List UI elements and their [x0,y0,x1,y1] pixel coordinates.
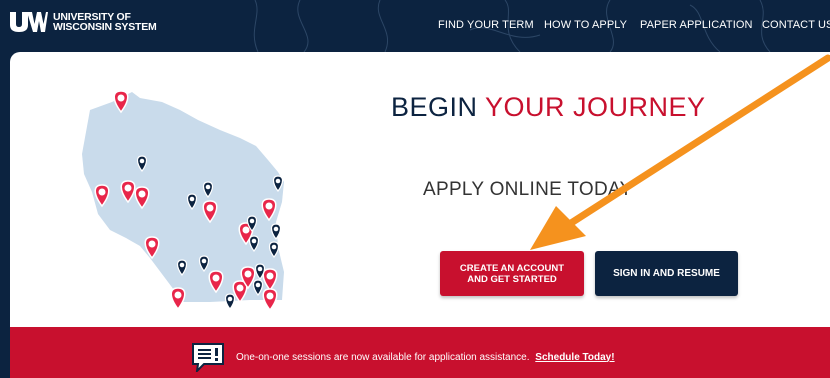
schedule-today-link[interactable]: Schedule Today! [535,352,614,363]
banner-message: One-on-one sessions are now available fo… [236,352,615,363]
apply-online-subheading: APPLY ONLINE TODAY [423,179,633,200]
create-account-button[interactable]: CREATE AN ACCOUNT AND GET STARTED [440,251,584,296]
nav-contact-us[interactable]: CONTACT US [762,19,830,31]
headline-begin: BEGIN [391,92,478,122]
page-headline: BEGIN YOUR JOURNEY [391,92,811,123]
assistance-banner: One-on-one sessions are now available fo… [10,327,830,378]
uw-logo-mark [10,12,48,32]
nav-paper-application[interactable]: PAPER APPLICATION [640,19,753,31]
headline-your-journey: YOUR JOURNEY [485,92,706,122]
uw-system-logo[interactable]: UNIVERSITY OF WISCONSIN SYSTEM [10,12,157,32]
create-account-label: CREATE AN ACCOUNT AND GET STARTED [459,262,565,285]
sign-in-resume-label: SIGN IN AND RESUME [613,268,720,279]
wisconsin-campus-map [82,90,284,312]
banner-content: One-on-one sessions are now available fo… [190,342,615,372]
site-header: UNIVERSITY OF WISCONSIN SYSTEM FIND YOUR… [0,0,830,52]
sign-in-resume-button[interactable]: SIGN IN AND RESUME [595,251,738,296]
logo-text: UNIVERSITY OF WISCONSIN SYSTEM [53,12,157,33]
hero-card: BEGIN YOUR JOURNEY APPLY ONLINE TODAY CR… [10,52,830,327]
nav-how-to-apply[interactable]: HOW TO APPLY [544,19,627,31]
nav-find-your-term[interactable]: FIND YOUR TERM [438,19,534,31]
banner-text: One-on-one sessions are now available fo… [236,351,530,363]
logo-line-2: WISCONSIN SYSTEM [53,21,157,33]
chat-alert-icon [192,343,224,372]
